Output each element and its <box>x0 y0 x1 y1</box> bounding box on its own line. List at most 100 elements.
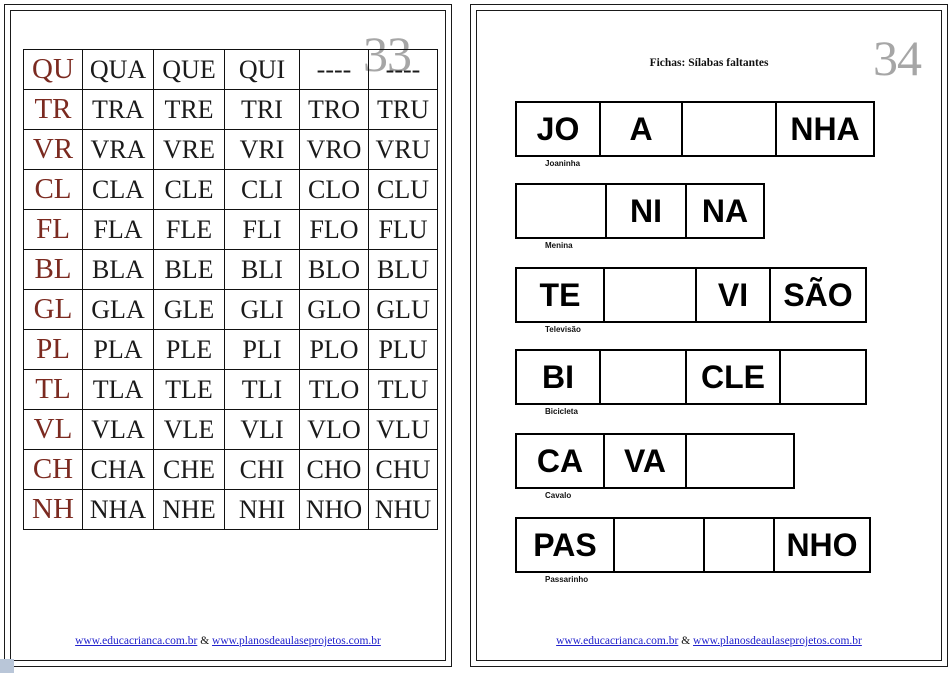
syllable-cell: BLE <box>153 249 225 290</box>
syllable-key-cell: PL <box>23 329 83 370</box>
syllable-cell: ---- <box>368 49 438 90</box>
syllable-cell: BLA <box>82 249 154 290</box>
credit-link-educacrianca-left[interactable]: www.educacrianca.com.br <box>75 635 197 647</box>
ficha-word-label: Passarinho <box>545 575 589 584</box>
table-row: VL VLA VLE VLI VLO VLU <box>23 409 438 450</box>
syllable-cell: FLE <box>153 209 225 250</box>
fichas-title: Fichas: Sílabas faltantes <box>649 57 769 69</box>
syllable-cell: GLI <box>224 289 300 330</box>
ficha-group: PAS NHO Passarinho <box>515 517 871 584</box>
syllable-cell: TRE <box>153 89 225 130</box>
syllable-cell: CHO <box>299 449 369 490</box>
ficha-blank-cell[interactable] <box>603 267 697 323</box>
syllable-cell: CLA <box>82 169 154 210</box>
ficha-blank-cell[interactable] <box>703 517 775 573</box>
table-row: TL TLA TLE TLI TLO TLU <box>23 369 438 410</box>
syllable-cell: TRO <box>299 89 369 130</box>
ficha-syllable-cell: NHO <box>773 517 871 573</box>
worksheet-page-33: 33 QU QUA QUE QUI ---- ---- TR TRA TRE TRI TRO TRU V… <box>4 4 452 667</box>
worksheet-page-34: 34 Fichas: Sílabas faltantes JO A NHA Joani… <box>470 4 948 667</box>
ficha-group: CA VA Cavalo <box>515 433 795 500</box>
syllable-cell: NHI <box>224 489 300 530</box>
syllable-cell: TLO <box>299 369 369 410</box>
syllable-cell: VLU <box>368 409 438 450</box>
ficha-blank-cell[interactable] <box>685 433 795 489</box>
ficha-syllable-cell: VI <box>695 267 771 323</box>
ficha-syllable-cell: SÃO <box>769 267 867 323</box>
syllable-table: QU QUA QUE QUI ---- ---- TR TRA TRE TRI TRO TRU VR VR… <box>23 49 438 530</box>
syllable-key-cell: NH <box>23 489 83 530</box>
syllable-key-cell: CL <box>23 169 83 210</box>
syllable-cell: VLI <box>224 409 300 450</box>
syllable-key-cell: QU <box>23 49 83 90</box>
syllable-cell: NHA <box>82 489 154 530</box>
ficha-syllable-cell: PAS <box>515 517 615 573</box>
credit-link-planosdeaulas-left[interactable]: www.planosdeaulaseprojetos.com.br <box>212 635 381 647</box>
ficha-word-label: Joaninha <box>545 159 581 168</box>
syllable-cell: CHI <box>224 449 300 490</box>
ficha-blank-cell[interactable] <box>681 101 777 157</box>
syllable-key-cell: VL <box>23 409 83 450</box>
syllable-cell: QUI <box>224 49 300 90</box>
ficha-syllable-cell: A <box>599 101 683 157</box>
credit-separator-right: & <box>678 635 694 647</box>
table-row: NH NHA NHE NHI NHO NHU <box>23 489 438 530</box>
syllable-cell: CLI <box>224 169 300 210</box>
ficha-group: JO A NHA Joaninha <box>515 101 875 168</box>
syllable-cell: TRI <box>224 89 300 130</box>
syllable-cell: VRE <box>153 129 225 170</box>
ficha-syllable-cell: JO <box>515 101 601 157</box>
syllable-cell: VRI <box>224 129 300 170</box>
ficha-row: CA VA <box>515 433 795 489</box>
syllable-cell: VRA <box>82 129 154 170</box>
syllable-key-cell: TR <box>23 89 83 130</box>
ficha-word-label: Televisão <box>545 325 581 334</box>
credit-line-right: www.educacrianca.com.br & www.planosdeau… <box>471 635 947 647</box>
syllable-cell: QUA <box>82 49 154 90</box>
syllable-cell: FLA <box>82 209 154 250</box>
credit-line-left: www.educacrianca.com.br & www.planosdeau… <box>5 635 451 647</box>
ficha-syllable-cell: VA <box>603 433 687 489</box>
syllable-cell: BLO <box>299 249 369 290</box>
syllable-cell: FLO <box>299 209 369 250</box>
ficha-word-label: Cavalo <box>545 491 572 500</box>
ficha-blank-cell[interactable] <box>515 183 607 239</box>
ficha-syllable-cell: NA <box>685 183 765 239</box>
table-row: GL GLA GLE GLI GLO GLU <box>23 289 438 330</box>
ficha-row: NI NA <box>515 183 765 239</box>
ficha-group: BI CLE Bicicleta <box>515 349 867 416</box>
syllable-cell: BLU <box>368 249 438 290</box>
ficha-syllable-cell: NHA <box>775 101 875 157</box>
ficha-blank-cell[interactable] <box>779 349 867 405</box>
syllable-key-cell: CH <box>23 449 83 490</box>
ficha-row: JO A NHA <box>515 101 875 157</box>
ficha-syllable-cell: BI <box>515 349 601 405</box>
syllable-cell: CHE <box>153 449 225 490</box>
ficha-syllable-cell: NI <box>605 183 687 239</box>
ficha-row: TE VI SÃO <box>515 267 867 323</box>
credit-link-planosdeaulas-right[interactable]: www.planosdeaulaseprojetos.com.br <box>693 635 862 647</box>
syllable-cell: GLO <box>299 289 369 330</box>
table-row: CH CHA CHE CHI CHO CHU <box>23 449 438 490</box>
ficha-blank-cell[interactable] <box>599 349 687 405</box>
ficha-word-label: Menina <box>545 241 573 250</box>
syllable-key-cell: GL <box>23 289 83 330</box>
syllable-cell: TRU <box>368 89 438 130</box>
table-row: BL BLA BLE BLI BLO BLU <box>23 249 438 290</box>
syllable-key-cell: FL <box>23 209 83 250</box>
ficha-blank-cell[interactable] <box>613 517 705 573</box>
syllable-cell: FLU <box>368 209 438 250</box>
ficha-syllable-cell: CA <box>515 433 605 489</box>
syllable-cell: CHA <box>82 449 154 490</box>
ficha-row: PAS NHO <box>515 517 871 573</box>
credit-separator-left: & <box>197 635 213 647</box>
credit-link-educacrianca-right[interactable]: www.educacrianca.com.br <box>556 635 678 647</box>
syllable-cell: CLO <box>299 169 369 210</box>
syllable-key-cell: VR <box>23 129 83 170</box>
ficha-word-label: Bicicleta <box>545 407 578 416</box>
syllable-cell: VLE <box>153 409 225 450</box>
syllable-cell: CLE <box>153 169 225 210</box>
syllable-cell: TLE <box>153 369 225 410</box>
ficha-syllable-cell: CLE <box>685 349 781 405</box>
syllable-cell: ---- <box>299 49 369 90</box>
